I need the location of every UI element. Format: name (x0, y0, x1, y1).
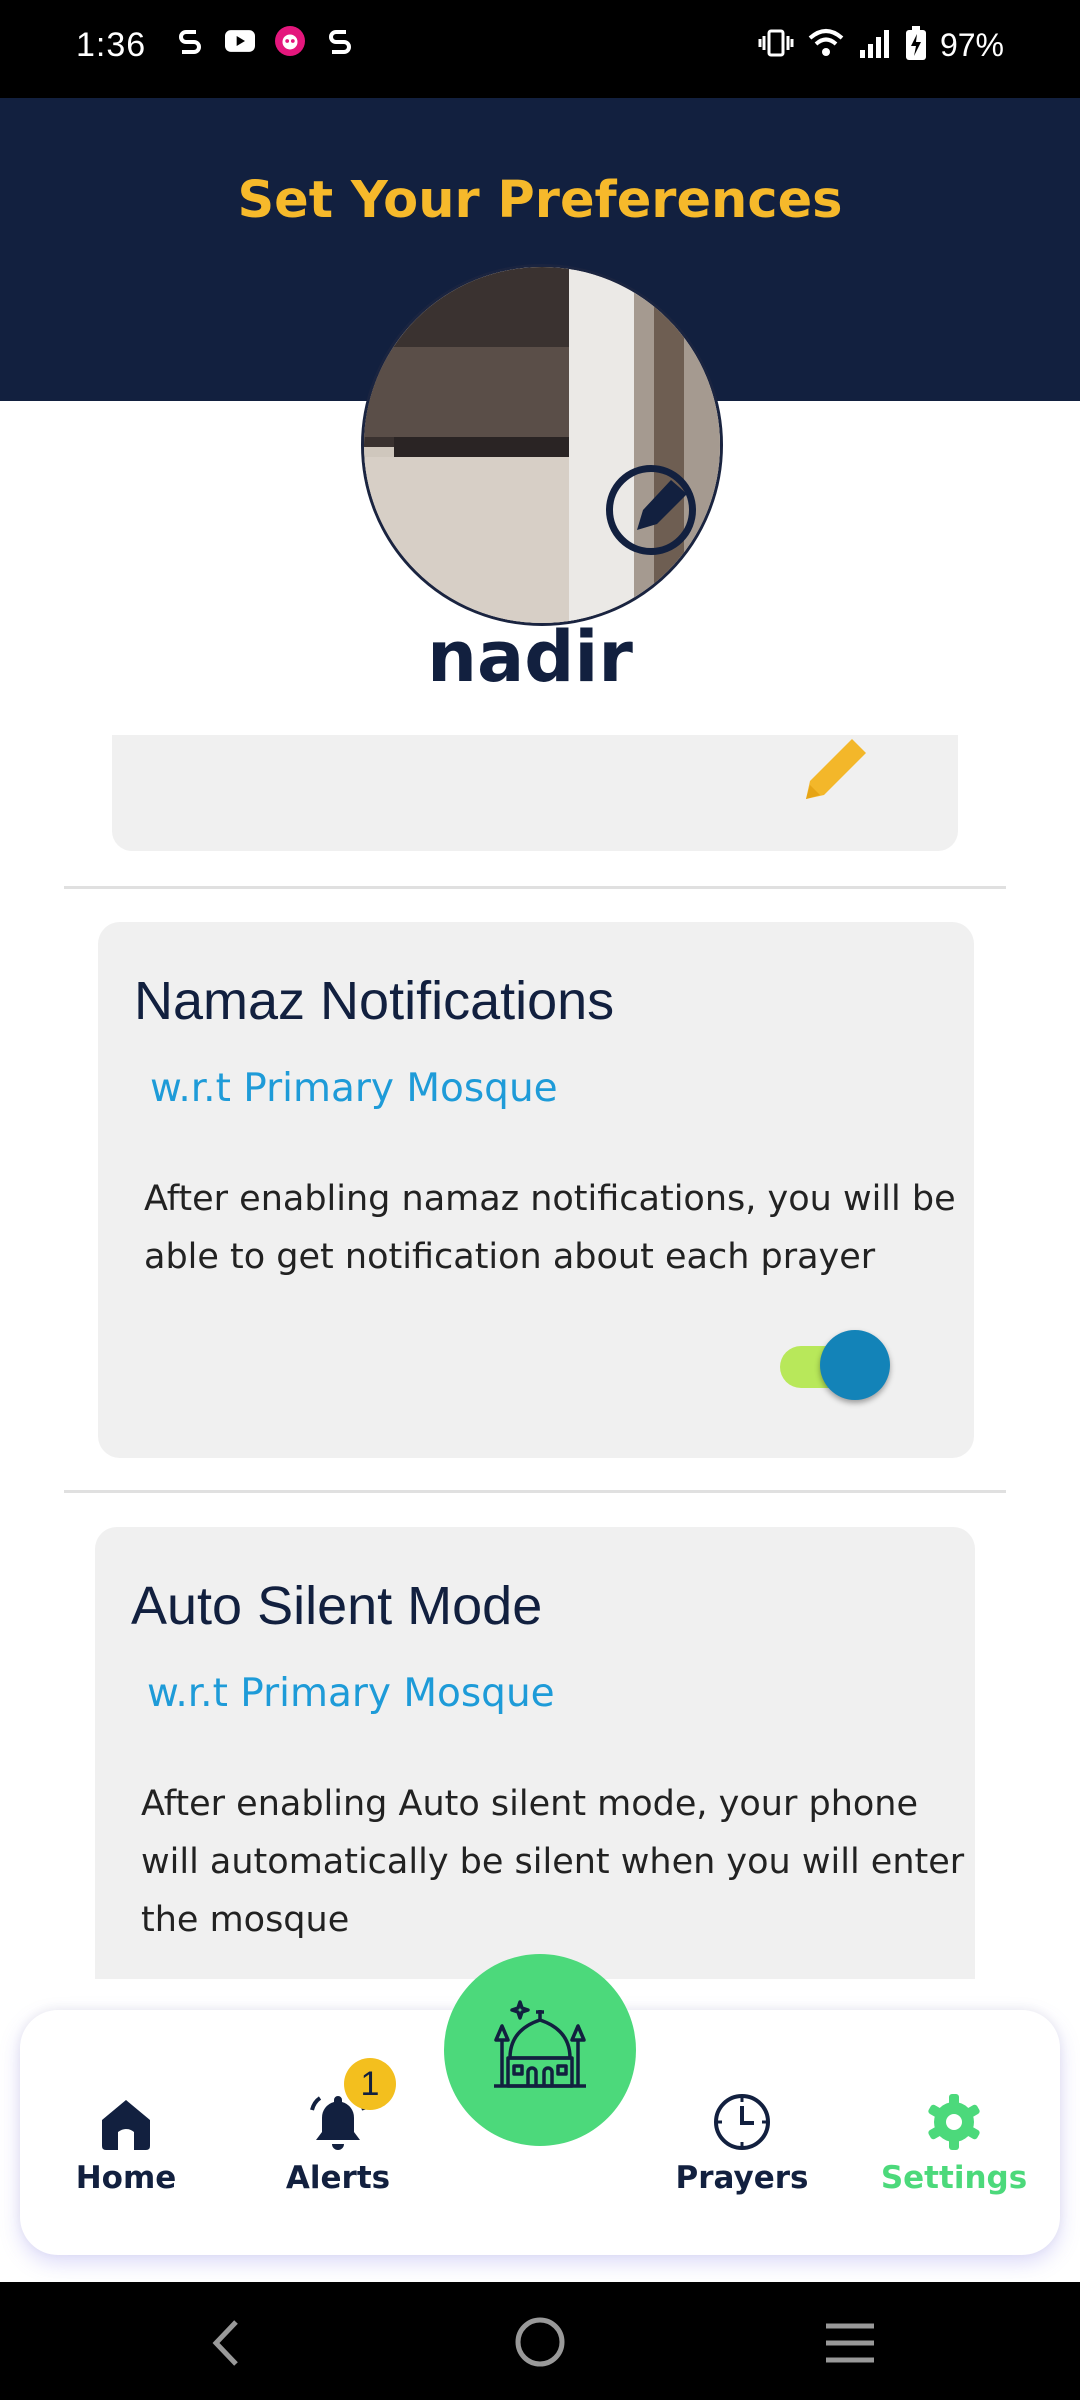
wifi-icon (808, 28, 844, 62)
nav-label: Prayers (675, 2160, 809, 2196)
card-subtitle: w.r.t Primary Mosque (150, 1066, 558, 1111)
signal-icon (858, 28, 892, 62)
system-navigation-bar (0, 2282, 1080, 2400)
back-icon[interactable] (206, 2318, 246, 2368)
profile-photo (364, 267, 720, 623)
home-circle-icon[interactable] (512, 2314, 568, 2370)
clock-icon (714, 2094, 770, 2150)
description-line: After enabling Auto silent mode, your ph… (141, 1784, 919, 1824)
menu-icon[interactable] (822, 2320, 878, 2366)
edit-photo-button[interactable] (606, 465, 696, 555)
mosque-button[interactable] (444, 1954, 636, 2146)
foodpanda-icon (275, 26, 305, 56)
mosque-icon (494, 2000, 586, 2088)
nav-label: Alerts (285, 2160, 391, 2196)
namaz-notifications-toggle[interactable] (780, 1330, 892, 1400)
nav-alerts[interactable]: Alerts (258, 2090, 418, 2196)
s-app-icon (325, 26, 355, 56)
divider (64, 1490, 1006, 1493)
home-icon (102, 2100, 150, 2150)
card-description: After enabling namaz notifications, you … (144, 1170, 956, 1286)
edit-pencil-icon[interactable] (800, 735, 870, 805)
status-bar: 1:36 97% (0, 0, 1080, 98)
card-subtitle: w.r.t Primary Mosque (147, 1671, 555, 1716)
user-name: nadir (427, 616, 633, 698)
nav-label: Home (75, 2160, 177, 2196)
nav-home[interactable]: Home (46, 2090, 206, 2196)
auto-silent-mode-card: Auto Silent Mode w.r.t Primary Mosque Af… (95, 1527, 975, 1979)
system-status-icons: 97% (758, 26, 1004, 64)
description-line: the mosque (141, 1900, 350, 1940)
divider (64, 886, 1006, 889)
notification-icons (175, 26, 355, 56)
nav-settings[interactable]: Settings (874, 2090, 1034, 2196)
card-description: After enabling Auto silent mode, your ph… (141, 1775, 964, 1949)
avatar[interactable] (361, 264, 723, 626)
description-line: will automatically be silent when you wi… (141, 1842, 965, 1882)
toggle-knob (820, 1330, 890, 1400)
card-title: Auto Silent Mode (131, 1576, 543, 1636)
profile-info-card (112, 735, 958, 851)
status-time: 1:36 (76, 26, 147, 64)
alerts-badge: 1 (344, 2058, 396, 2110)
gear-icon (928, 2094, 980, 2150)
battery-percentage: 97% (939, 26, 1004, 63)
vibrate-icon (758, 28, 794, 62)
description-line: After enabling namaz notifications, you … (144, 1179, 956, 1219)
namaz-notifications-card: Namaz Notifications w.r.t Primary Mosque… (98, 922, 974, 1458)
nav-prayers[interactable]: Prayers (662, 2090, 822, 2196)
youtube-icon (225, 26, 255, 56)
pencil-icon (637, 480, 687, 530)
s-app-icon (175, 26, 205, 56)
card-title: Namaz Notifications (134, 971, 615, 1031)
page-title: Set Your Preferences (237, 171, 843, 230)
battery-charging-icon (905, 26, 926, 64)
nav-label: Settings (880, 2160, 1028, 2196)
description-line: able to get notification about each pray… (144, 1237, 876, 1277)
